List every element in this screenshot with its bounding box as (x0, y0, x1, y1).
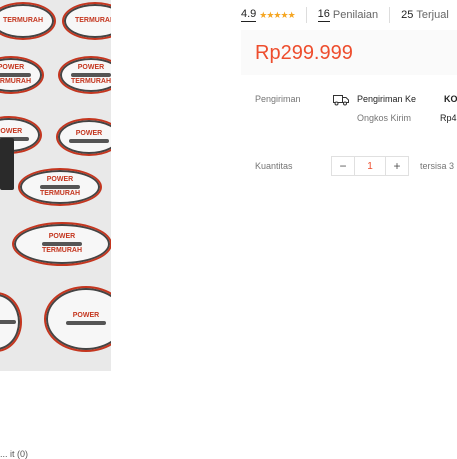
reviews-count[interactable]: 16 (317, 8, 330, 22)
shipping-label: Pengiriman (255, 94, 301, 104)
stock-remaining: tersisa 3 (420, 161, 455, 171)
quantity-input[interactable]: 1 (354, 157, 386, 175)
sold-label: Terjual (416, 9, 449, 21)
logo-text: POWER (72, 312, 100, 319)
logo-text: TERMURAH (0, 78, 32, 85)
power-logo-stamp: POWER (44, 286, 111, 352)
increase-button[interactable]: + (386, 157, 408, 175)
price-box: Rp299.999 (241, 30, 457, 75)
power-logo-stamp: TERMURAH (0, 2, 56, 40)
shipping-cost-label: Ongkos Kirim (357, 113, 412, 123)
power-logo-stamp: TERMURAH (62, 2, 111, 40)
logo-text: POWER (0, 64, 25, 71)
power-logo-stamp: POWER TERMURAH (18, 168, 102, 206)
power-logo-stamp: POWER TERMURAH (0, 56, 44, 94)
star-rating-icon: ★★★★★ (259, 9, 295, 20)
sold-count: 25 (401, 9, 414, 21)
rating-score[interactable]: 4.9 (241, 8, 257, 22)
wrench-icon (0, 73, 31, 77)
ship-to-label: Pengiriman Ke (357, 94, 417, 104)
wrench-icon (69, 139, 109, 143)
logo-text: POWER (48, 233, 76, 240)
logo-text: TERMURAH (74, 17, 111, 24)
rating-row: 4.9 ★★★★★ 16 Penilaian 25 Terjual (241, 7, 449, 23)
divider (389, 7, 391, 23)
logo-text: TERMURAH (39, 190, 81, 197)
bottom-hint-text: ... it (0) (0, 449, 29, 459)
shipping-cost-value: Rp4 (440, 113, 457, 123)
logo-text: POWER (0, 128, 23, 135)
wrench-icon (66, 321, 106, 325)
logo-text: POWER (77, 64, 105, 71)
wrench-icon (0, 320, 16, 324)
logo-text: TERMURAH (41, 247, 83, 254)
reviews-label: Penilaian (332, 9, 379, 21)
divider (305, 7, 307, 23)
product-price: Rp299.999 (255, 42, 353, 64)
power-logo-stamp: POWER (56, 118, 111, 156)
product-item (0, 138, 14, 190)
quantity-label: Kuantitas (255, 161, 293, 171)
ship-to-location[interactable]: KO (444, 94, 457, 104)
logo-text: POWER (46, 176, 74, 183)
truck-icon (333, 95, 349, 106)
product-image[interactable]: TERMURAH TERMURAH POWER TERMURAH POWER T… (0, 0, 111, 371)
decrease-button[interactable]: − (332, 157, 354, 175)
logo-text: TERMURAH (2, 17, 44, 24)
quantity-stepper: − 1 + (331, 156, 409, 176)
power-logo-stamp: POWER TERMURAH (58, 56, 111, 94)
power-logo-stamp: POWER TERMURAH (12, 222, 111, 266)
wrench-icon (42, 242, 82, 246)
logo-text: POWER (75, 130, 103, 137)
wrench-icon (40, 185, 80, 189)
wrench-icon (71, 73, 111, 77)
logo-text: TERMURAH (70, 78, 111, 85)
power-logo-stamp (0, 292, 22, 352)
